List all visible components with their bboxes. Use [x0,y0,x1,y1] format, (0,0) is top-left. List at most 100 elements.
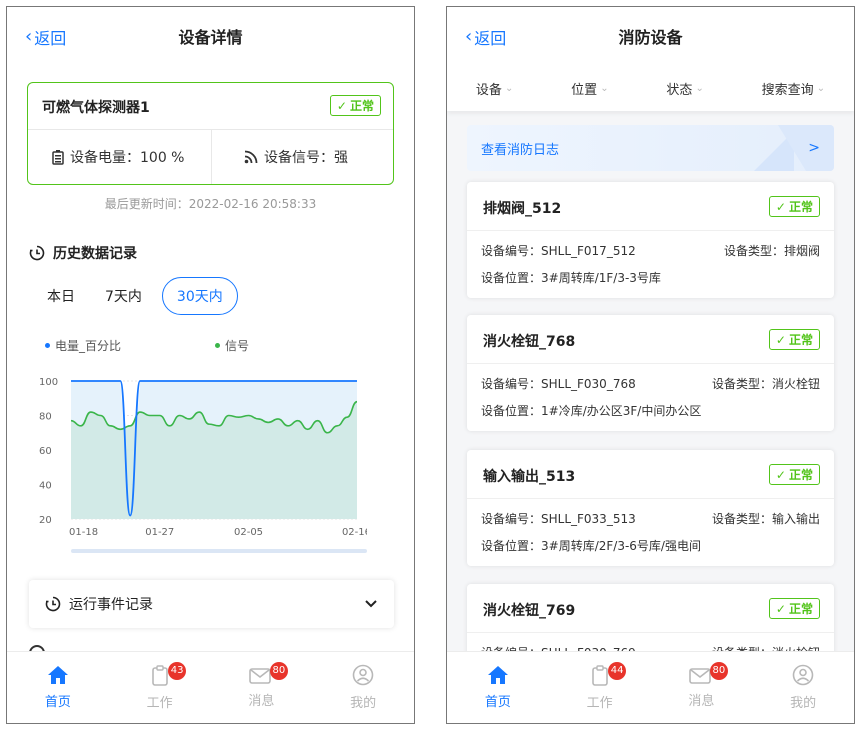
divider [211,130,212,184]
device-location: 设备位置：3#周转库/1F/3-3号库 [481,271,661,285]
history-line-chart[interactable]: 20 40 60 80 100 01-18 01-27 02-05 02-16 [27,363,367,553]
device-code: 设备编号：SHLL_F017_512 [481,244,636,258]
check-icon: ✓ [775,467,786,482]
tab-30-days[interactable]: 30天内 [161,277,238,315]
chevron-down-icon: ⌄ [504,82,514,94]
clipboard-icon [151,664,169,690]
x-tick-label: 01-18 [69,527,98,538]
device-card[interactable]: 输入输出_513 ✓ 正常设备编号：SHLL_F033_513 设备类型：输入输出 设备… [467,450,834,566]
x-tick-label: 02-05 [234,527,263,538]
filter-status[interactable]: 状态 ⌄ [666,79,703,98]
fire-log-banner[interactable]: 查看消防日志 > [467,125,834,171]
tab-7-days[interactable]: 7天内 [95,278,152,314]
filter-location[interactable]: 位置 ⌄ [571,79,608,98]
back-button[interactable]: ‹ 返回 [25,25,66,49]
x-tick-label: 02-16 [342,527,367,538]
device-location: 设备位置：1#冷库/办公区3F/中间办公区 [481,404,702,418]
bottom-tab-bar: 首页 工作 44 消息 80 我的 [447,651,854,723]
update-time: 最后更新时间：2022-02-16 20:58:33 [104,197,317,211]
device-location: 设备位置：3#周转库/2F/3-6号库/强电间 [481,539,701,553]
legend-label: 信号 [225,339,250,353]
bottom-tab-bar: 首页 工作 43 消息 80 我的 [7,651,414,723]
back-button[interactable]: ‹ 返回 [465,25,506,49]
detail-content[interactable]: 可燃气体探测器1 ✓ 正常 设备电量：100 % 设备信号：强 最后更新时间：2… [7,65,414,653]
tab-user[interactable]: 我的 [752,652,854,723]
wifi-signal-icon [244,150,258,164]
signal-metric: 设备信号：强 [244,147,348,167]
tab-label: 工作 [146,695,173,711]
tab-clipboard[interactable]: 工作 44 [549,652,651,723]
x-tick-label: 01-27 [145,527,174,538]
filter-search[interactable]: 搜索查询 ⌄ [762,79,825,98]
filter-device[interactable]: 设备 ⌄ [476,79,513,98]
y-tick-label: 100 [39,377,58,388]
legend-signal[interactable]: 信号 [215,337,249,354]
device-card[interactable]: 消火栓钮_768 ✓ 正常 设备编号：SHLL_F030_768 设备类型：消火栓钮 设备… [467,315,834,431]
divider [467,363,834,364]
tab-home[interactable]: 首页 [7,652,109,723]
page-title: 消防设备 [618,28,683,47]
tab-mail[interactable]: 消息 80 [211,652,313,723]
y-tick-label: 20 [39,515,52,526]
status-badge: ✓ 正常 [329,95,381,116]
notification-badge: 44 [607,662,627,680]
divider [467,632,834,633]
tab-label: 首页 [484,695,511,710]
tab-label: 我的 [350,696,377,711]
event-record-title: 运行事件记录 [69,597,153,613]
status-badge: ✓ 正常 [768,464,820,485]
legend-battery[interactable]: 电量_百分比 [45,337,121,354]
check-icon: ✓ [775,332,786,347]
device-type: 设备类型：排烟阀 [723,244,820,258]
legend-label: 电量_百分比 [55,339,122,353]
signal-label: 设备信号：强 [264,150,348,166]
device-type: 设备类型：输入输出 [711,512,820,526]
device-card[interactable]: 排烟阀_512 ✓ 正常设备编号：SHLL_F017_512 设备类型：排烟阀设备位置… [467,182,834,298]
event-record-section[interactable]: 运行事件记录 [29,580,394,628]
page-title: 设备详情 [178,28,243,47]
status-label: 正常 [788,200,813,214]
legend-dot [215,343,220,348]
check-icon: ✓ [775,199,786,214]
tab-user[interactable]: 我的 [312,652,414,723]
tab-label: 消息 [248,694,275,709]
filter-label: 位置 [571,82,598,98]
history-section-header: 历史数据记录 [29,243,137,263]
status-badge: ✓ 正常 [768,196,820,217]
history-clock-icon [45,596,61,612]
chevron-down-icon: ⌄ [600,82,609,94]
tab-home[interactable]: 首页 [447,652,549,723]
status-label: 正常 [788,602,813,616]
tab-today[interactable]: 本日 [37,278,85,314]
battery-icon [52,149,64,165]
fire-equipment-screen: ‹ 返回 消防设备 设备 ⌄ 位置 ⌄ 状态 ⌄ 搜索查询 ⌄ 查看消防日志 >… [446,6,855,724]
status-label: 正常 [788,333,813,347]
back-label: 返回 [34,29,67,48]
device-status-card: 可燃气体探测器1 ✓ 正常 设备电量：100 % 设备信号：强 [27,82,394,185]
tab-mail[interactable]: 消息 80 [651,652,753,723]
divider [467,498,834,499]
battery-metric: 设备电量：100 % [52,147,184,167]
tab-clipboard[interactable]: 工作 43 [109,652,211,723]
clipboard-icon [591,664,609,690]
device-name: 排烟阀_512 [483,201,562,217]
history-clock-icon [29,245,45,261]
tab-label: 我的 [790,696,817,711]
notification-badge: 80 [269,662,289,680]
status-badge: ✓ 正常 [768,329,820,350]
filter-bar: 设备 ⌄ 位置 ⌄ 状态 ⌄ 搜索查询 ⌄ [447,65,854,111]
y-tick-label: 60 [39,446,52,457]
chevron-down-icon: ⌄ [816,82,826,94]
device-name: 输入输出_513 [483,469,576,485]
battery-label: 设备电量：100 % [70,150,185,166]
back-label: 返回 [474,29,507,48]
fire-log-link: 查看消防日志 [481,142,560,158]
home-icon [487,665,509,689]
history-title: 历史数据记录 [53,246,137,262]
device-name: 消火栓钮_769 [483,603,576,619]
chevron-down-icon[interactable] [364,599,378,609]
device-code: 设备编号：SHLL_F033_513 [481,512,636,526]
check-icon: ✓ [336,98,347,113]
divider [467,230,834,231]
header: ‹ 返回 设备详情 [7,7,414,65]
